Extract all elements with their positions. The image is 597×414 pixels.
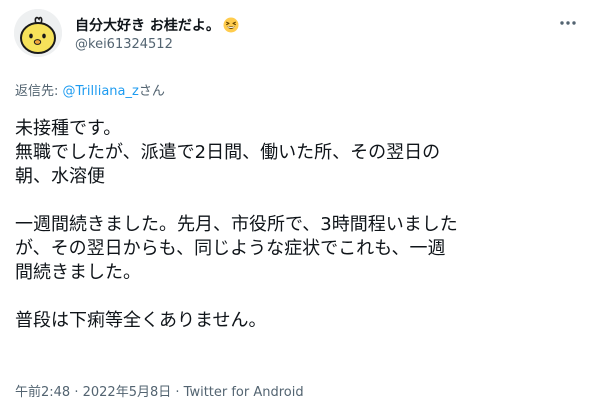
- tweet-time-link[interactable]: 午前2:48: [15, 385, 70, 400]
- avatar[interactable]: [14, 9, 62, 57]
- more-horizontal-icon: [560, 21, 576, 25]
- tweet-line: 普段は下痢等全くありません。: [15, 310, 267, 331]
- reply-mention-link[interactable]: @Trilliana_z: [63, 84, 139, 99]
- tweet-line: 未接種です。: [15, 118, 122, 139]
- chick-avatar-icon: [14, 9, 62, 57]
- tweet-line: 朝、水溶便: [15, 166, 105, 187]
- reply-context: 返信先: @Trilliana_zさん: [15, 80, 165, 99]
- display-name-text: 自分大好き お桂だよ。: [75, 18, 220, 34]
- tweet-text: 未接種です。 無職でしたが、派遣で2日間、働いた所、その翌日の 朝、水溶便 一週…: [15, 117, 585, 333]
- meta-separator: ·: [171, 385, 184, 400]
- tweet-line: 無職でしたが、派遣で2日間、働いた所、その翌日の: [15, 142, 441, 163]
- tweet-line: 間続きました。: [15, 262, 141, 283]
- meta-separator: ·: [70, 385, 83, 400]
- reply-prefix: 返信先:: [15, 84, 63, 99]
- more-options-button[interactable]: [557, 12, 579, 34]
- tweet-line: が、その翌日からも、同じような症状でこれも、一週: [15, 238, 446, 259]
- user-handle[interactable]: @kei61324512: [75, 37, 173, 52]
- reply-suffix: さん: [138, 84, 165, 99]
- tweet-card: 自分大好き お桂だよ。 @kei61324512 返信先: @Trilliana…: [0, 0, 597, 414]
- display-name[interactable]: 自分大好き お桂だよ。: [75, 15, 239, 35]
- grinning-squinting-face-icon: [223, 17, 239, 33]
- tweet-date-link[interactable]: 2022年5月8日: [83, 385, 172, 400]
- tweet-source-link[interactable]: Twitter for Android: [184, 385, 304, 400]
- tweet-line: 一週間続きました。先月、市役所で、3時間程いました: [15, 214, 458, 235]
- tweet-metadata: 午前2:48 · 2022年5月8日 · Twitter for Android: [15, 381, 304, 400]
